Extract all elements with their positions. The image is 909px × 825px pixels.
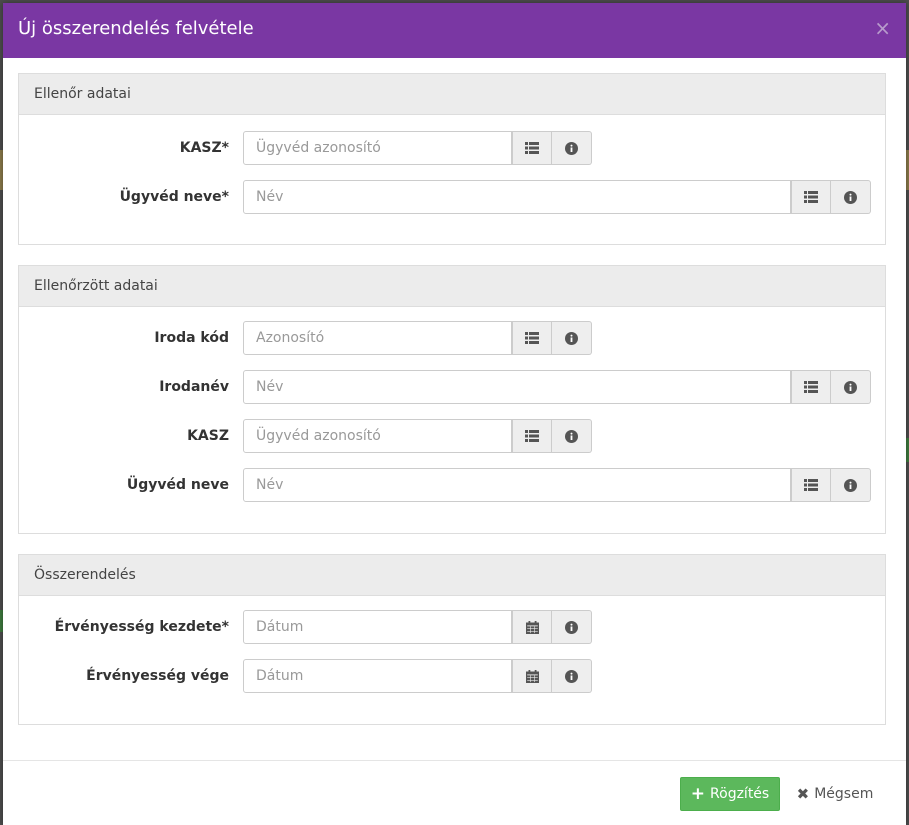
info-icon bbox=[844, 190, 857, 204]
cancel-x-icon: ✖ bbox=[796, 785, 810, 803]
lawyer-name-inspected-input[interactable]: Név bbox=[243, 468, 791, 502]
footer-divider bbox=[3, 760, 906, 761]
list-icon bbox=[525, 430, 539, 442]
info-icon bbox=[565, 141, 578, 155]
lookup-list-button[interactable] bbox=[791, 370, 831, 404]
info-icon bbox=[565, 429, 578, 443]
lookup-list-button[interactable] bbox=[512, 131, 552, 165]
section-heading: Összerendelés bbox=[19, 555, 885, 596]
section-heading: Ellenőrzött adatai bbox=[19, 266, 885, 307]
info-icon bbox=[844, 380, 857, 394]
form-row-kasz-inspected: KASZ Ügyvéd azonosító bbox=[19, 419, 885, 453]
save-button-label: Rögzítés bbox=[710, 786, 770, 802]
list-icon bbox=[525, 142, 539, 154]
valid-from-input[interactable]: Dátum bbox=[243, 610, 512, 644]
office-code-input[interactable]: Azonosító bbox=[243, 321, 512, 355]
date-picker-button[interactable] bbox=[512, 610, 552, 644]
lookup-list-button[interactable] bbox=[512, 321, 552, 355]
field-label: Ügyvéd neve bbox=[126, 477, 229, 493]
lookup-list-button[interactable] bbox=[791, 180, 831, 214]
info-icon bbox=[565, 331, 578, 345]
form-row-valid-to: Érvényesség vége Dátum bbox=[19, 659, 885, 693]
info-button[interactable] bbox=[831, 468, 871, 502]
list-icon bbox=[804, 191, 818, 203]
list-icon bbox=[804, 479, 818, 491]
field-label: KASZ* bbox=[179, 140, 229, 156]
field-label: Irodanév bbox=[159, 379, 229, 395]
info-button[interactable] bbox=[552, 610, 592, 644]
info-icon bbox=[565, 620, 578, 634]
form-row-kasz: KASZ* Ügyvéd azonosító bbox=[19, 131, 885, 165]
field-label: KASZ bbox=[187, 428, 229, 444]
form-row-office-name: Irodanév Név bbox=[19, 370, 885, 404]
info-button[interactable] bbox=[552, 659, 592, 693]
form-row-lawyer-name-inspected: Ügyvéd neve Név bbox=[19, 468, 885, 502]
cancel-button[interactable]: ✖ Mégsem bbox=[790, 777, 880, 811]
dialog-title: Új összerendelés felvétele bbox=[18, 18, 254, 39]
new-assignment-dialog: Új összerendelés felvétele × Ellenőr ada… bbox=[3, 3, 906, 825]
field-label: Érvényesség vége bbox=[86, 668, 229, 684]
lookup-list-button[interactable] bbox=[791, 468, 831, 502]
form-row-lawyer-name: Ügyvéd neve* Név bbox=[19, 180, 885, 214]
kasz-inspected-input[interactable]: Ügyvéd azonosító bbox=[243, 419, 512, 453]
field-label: Érvényesség kezdete* bbox=[54, 619, 229, 635]
plus-icon: + bbox=[690, 784, 706, 804]
field-label: Ügyvéd neve* bbox=[119, 189, 229, 205]
cancel-button-label: Mégsem bbox=[814, 786, 874, 802]
info-icon bbox=[844, 478, 857, 492]
info-button[interactable] bbox=[831, 180, 871, 214]
section-assignment: Összerendelés Érvényesség kezdete* Dátum… bbox=[18, 554, 886, 725]
office-name-input[interactable]: Név bbox=[243, 370, 791, 404]
save-button[interactable]: + Rögzítés bbox=[680, 777, 780, 811]
info-button[interactable] bbox=[552, 321, 592, 355]
form-row-office-code: Iroda kód Azonosító bbox=[19, 321, 885, 355]
lawyer-name-input[interactable]: Név bbox=[243, 180, 791, 214]
date-picker-button[interactable] bbox=[512, 659, 552, 693]
list-icon bbox=[804, 381, 818, 393]
section-heading: Ellenőr adatai bbox=[19, 74, 885, 115]
form-row-valid-from: Érvényesség kezdete* Dátum bbox=[19, 610, 885, 644]
dialog-header: Új összerendelés felvétele × bbox=[3, 3, 906, 58]
valid-to-input[interactable]: Dátum bbox=[243, 659, 512, 693]
info-button[interactable] bbox=[552, 131, 592, 165]
lookup-list-button[interactable] bbox=[512, 419, 552, 453]
section-inspected-data: Ellenőrzött adatai Iroda kód Azonosító I… bbox=[18, 265, 886, 534]
section-inspector-data: Ellenőr adatai KASZ* Ügyvéd azonosító Üg… bbox=[18, 73, 886, 245]
calendar-icon bbox=[525, 669, 539, 683]
list-icon bbox=[525, 332, 539, 344]
field-label: Iroda kód bbox=[154, 330, 229, 346]
info-icon bbox=[565, 669, 578, 683]
calendar-icon bbox=[525, 620, 539, 634]
info-button[interactable] bbox=[831, 370, 871, 404]
close-button[interactable]: × bbox=[874, 16, 891, 40]
info-button[interactable] bbox=[552, 419, 592, 453]
kasz-input[interactable]: Ügyvéd azonosító bbox=[243, 131, 512, 165]
